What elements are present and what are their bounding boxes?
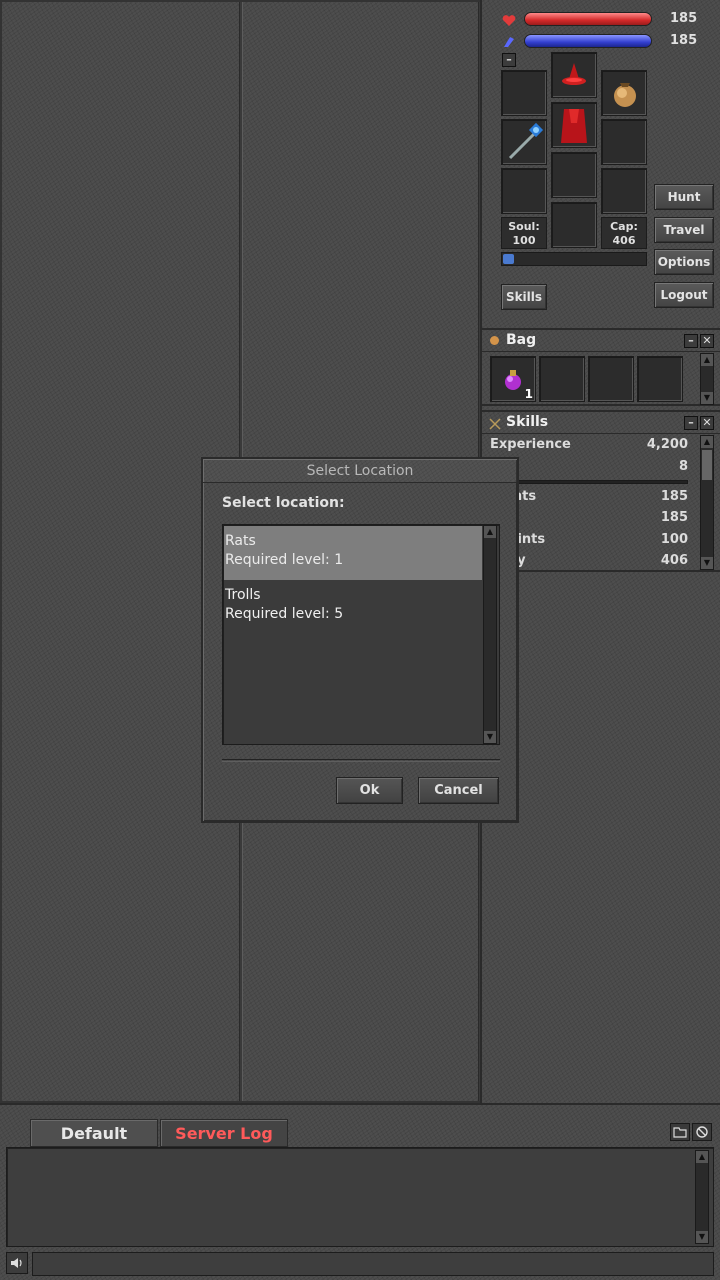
- skill-value: 8: [678, 459, 688, 474]
- red-hat-icon: [562, 63, 586, 85]
- boots-slot[interactable]: [551, 202, 597, 248]
- skill-label: Experience: [490, 437, 571, 452]
- mana-bar: [524, 34, 652, 48]
- soul-value: 100: [512, 234, 536, 247]
- ignore-icon[interactable]: [692, 1123, 712, 1141]
- speaker-icon[interactable]: [6, 1252, 28, 1274]
- dialog-title: Select Location: [203, 459, 517, 483]
- minimize-inventory-button[interactable]: –: [502, 53, 516, 67]
- bag-slot[interactable]: [588, 356, 634, 402]
- location-item-rats[interactable]: Rats Required level: 1: [224, 526, 482, 580]
- dialog-separator: [222, 759, 500, 762]
- wand-icon: [508, 122, 544, 160]
- skill-row: Experience 4,200: [490, 437, 688, 457]
- skill-row: l Points 100: [490, 532, 688, 552]
- backpack-slot[interactable]: [601, 70, 647, 116]
- logout-button[interactable]: Logout: [654, 282, 714, 308]
- console-scrollbar[interactable]: ▲ ▼: [695, 1150, 709, 1244]
- skills-minimize-button[interactable]: –: [684, 416, 698, 430]
- location-list-scrollbar[interactable]: ▲ ▼: [483, 525, 497, 744]
- bag-window-titlebar: Bag – ✕: [482, 330, 720, 352]
- scroll-down-icon[interactable]: ▼: [701, 557, 713, 569]
- skill-value: 185: [660, 510, 688, 525]
- skills-title: Skills: [506, 414, 549, 430]
- bag-title: Bag: [506, 332, 537, 348]
- options-button[interactable]: Options: [654, 249, 714, 275]
- bag-scrollbar[interactable]: ▲ ▼: [700, 353, 714, 405]
- skills-small-icon: [488, 416, 502, 435]
- skills-button[interactable]: Skills: [501, 284, 547, 310]
- level-progress-bar: [490, 480, 688, 484]
- bag-slot[interactable]: 1: [490, 356, 536, 402]
- red-robe-icon: [561, 109, 587, 143]
- tab-server-log[interactable]: Server Log: [160, 1119, 288, 1147]
- skill-value: 4,200: [646, 437, 688, 452]
- weapon-slot[interactable]: [501, 119, 547, 165]
- bag-close-button[interactable]: ✕: [700, 334, 714, 348]
- swords-condition-icon: [503, 254, 514, 264]
- skill-row: acity 406: [490, 553, 688, 569]
- travel-button[interactable]: Travel: [654, 217, 714, 243]
- helmet-slot[interactable]: [551, 52, 597, 98]
- cap-label: Cap:: [610, 220, 638, 233]
- location-requirement: Required level: 1: [225, 552, 344, 568]
- skill-value: 406: [660, 553, 688, 568]
- location-list[interactable]: Rats Required level: 1 Trolls Required l…: [222, 524, 500, 745]
- scroll-thumb[interactable]: [702, 450, 712, 480]
- location-name: Trolls: [225, 587, 261, 603]
- skills-window-titlebar: Skills – ✕: [482, 412, 720, 434]
- location-name: Rats: [225, 533, 256, 549]
- select-location-dialog: Select Location Select location: Rats Re…: [201, 457, 519, 823]
- console-output: ▲ ▼: [6, 1147, 714, 1247]
- skills-close-button[interactable]: ✕: [700, 416, 714, 430]
- armor-slot[interactable]: [551, 102, 597, 148]
- skill-row: na 185: [490, 510, 688, 530]
- mana-value: 185: [670, 33, 698, 48]
- skill-row: Points 185: [490, 489, 688, 509]
- soul-box: Soul: 100: [501, 217, 547, 249]
- scroll-up-icon[interactable]: ▲: [696, 1151, 708, 1163]
- bag-minimize-button[interactable]: –: [684, 334, 698, 348]
- scroll-down-icon[interactable]: ▼: [696, 1231, 708, 1243]
- necklace-slot[interactable]: [501, 70, 547, 116]
- dialog-prompt: Select location:: [222, 495, 345, 511]
- scroll-up-icon[interactable]: ▲: [484, 526, 496, 538]
- bag-slot[interactable]: [637, 356, 683, 402]
- skill-value: 185: [660, 489, 688, 504]
- health-bar: [524, 12, 652, 26]
- scroll-up-icon[interactable]: ▲: [701, 354, 713, 366]
- bag-slot[interactable]: [539, 356, 585, 402]
- bag-window: Bag – ✕ 1 ▲ ▼: [482, 328, 720, 406]
- location-item-trolls[interactable]: Trolls Required level: 5: [224, 580, 482, 634]
- bag-small-icon: [490, 336, 499, 345]
- console-input[interactable]: [32, 1252, 714, 1276]
- soul-label: Soul:: [508, 220, 540, 233]
- skill-row: el 8: [490, 459, 688, 479]
- ring-slot[interactable]: [501, 168, 547, 214]
- tab-default[interactable]: Default: [30, 1119, 158, 1147]
- console-panel: Default Server Log ▲ ▼: [0, 1103, 720, 1280]
- skill-value: 100: [660, 532, 688, 547]
- scroll-down-icon[interactable]: ▼: [701, 392, 713, 404]
- bag-icon: [614, 83, 636, 107]
- shield-slot[interactable]: [601, 119, 647, 165]
- ok-button[interactable]: Ok: [336, 777, 403, 804]
- folder-icon[interactable]: [670, 1123, 690, 1141]
- location-requirement: Required level: 5: [225, 606, 344, 622]
- conditions-bar: [501, 252, 647, 266]
- heart-icon: [502, 12, 516, 31]
- health-value: 185: [670, 11, 698, 26]
- cap-value: 406: [612, 234, 636, 247]
- cap-box: Cap: 406: [601, 217, 647, 249]
- hunt-button[interactable]: Hunt: [654, 184, 714, 210]
- scroll-down-icon[interactable]: ▼: [484, 731, 496, 743]
- bag-item-count: 1: [524, 387, 533, 401]
- skills-scrollbar[interactable]: ▲ ▼: [700, 435, 714, 570]
- legs-slot[interactable]: [551, 152, 597, 198]
- scroll-up-icon[interactable]: ▲: [701, 436, 713, 448]
- ammo-slot[interactable]: [601, 168, 647, 214]
- cancel-button[interactable]: Cancel: [418, 777, 499, 804]
- mana-icon: [502, 34, 516, 53]
